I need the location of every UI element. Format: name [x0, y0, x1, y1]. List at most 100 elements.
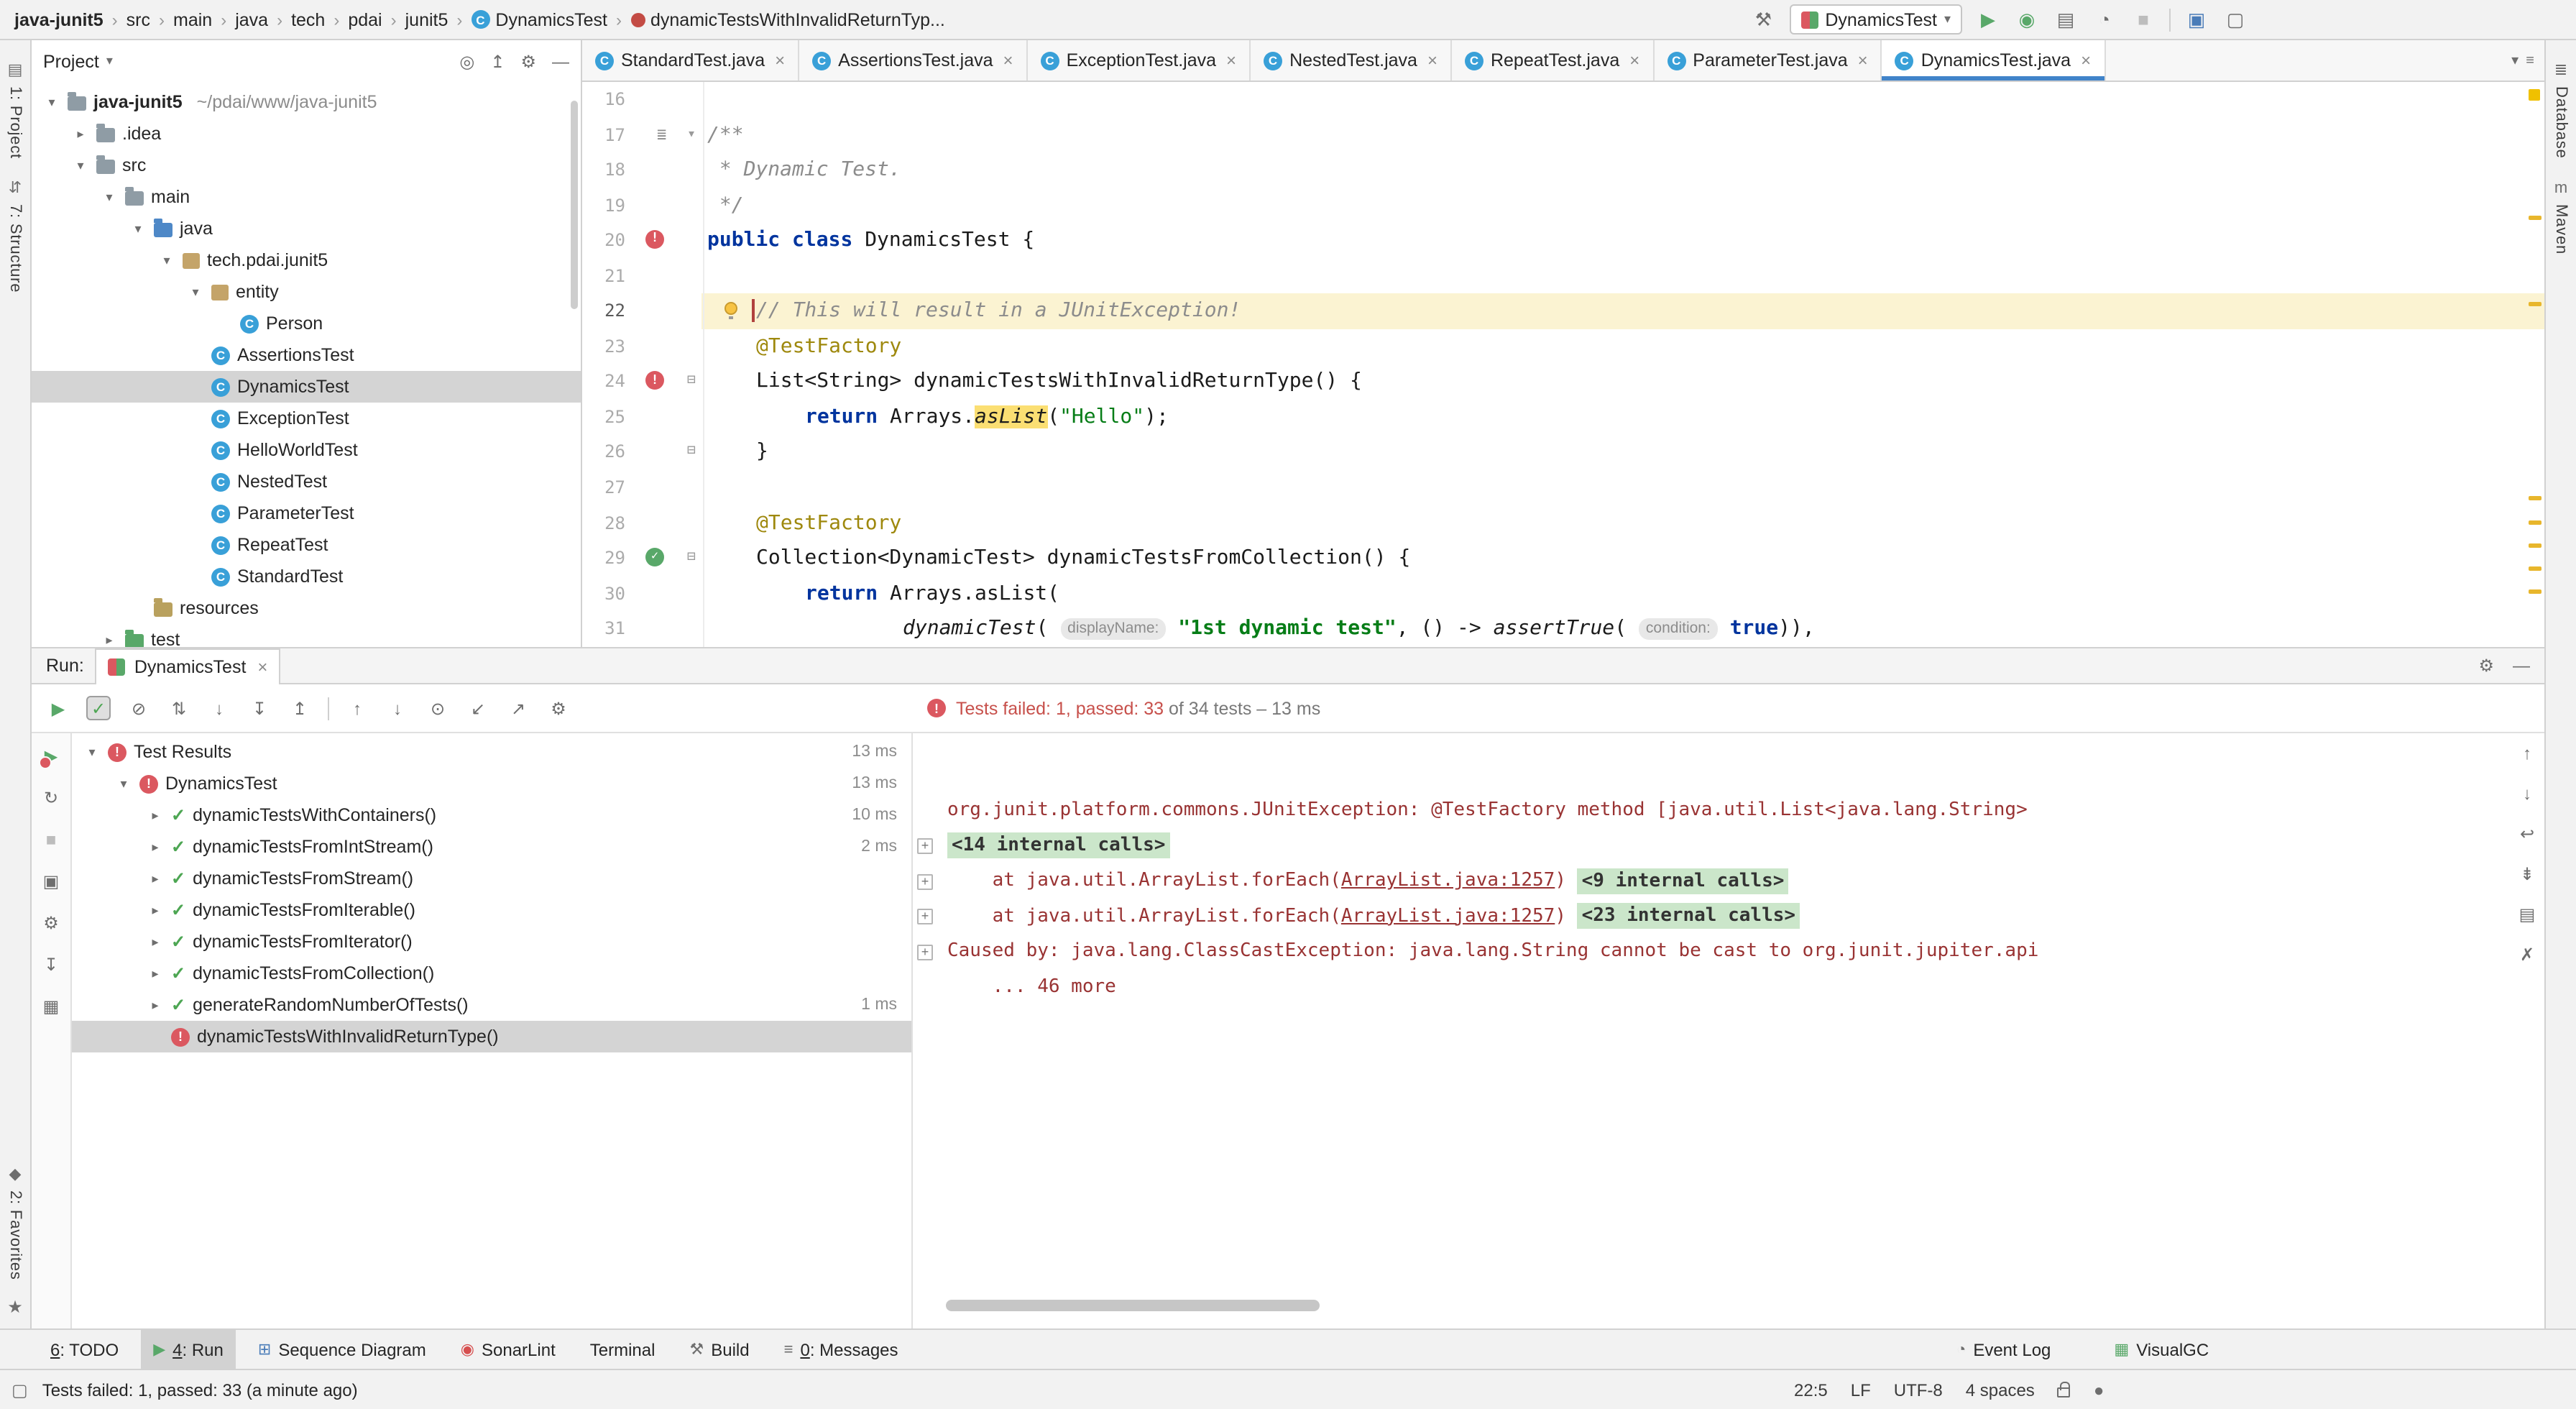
file-encoding[interactable]: UTF-8	[1894, 1380, 1943, 1400]
project-tree-item-java-junit5[interactable]: ▾java-junit5~/pdai/www/java-junit5	[32, 86, 581, 118]
project-tree-item-entity[interactable]: ▾entity	[32, 276, 581, 308]
stripe-mark[interactable]	[2529, 302, 2542, 306]
chevron-down-icon[interactable]: ▾	[129, 221, 147, 237]
editor-tab-exceptiontest-java[interactable]: CExceptionTest.java×	[1028, 40, 1251, 81]
run-panel-settings-button[interactable]: ⚙	[2478, 656, 2494, 676]
test-tree-item-dynamictestswithcontainers[interactable]: ▸✓dynamicTestsWithContainers()10 ms	[72, 799, 911, 831]
next-failed-test-button[interactable]: ↓	[385, 696, 410, 720]
project-tree-item-idea[interactable]: ▸.idea	[32, 118, 581, 150]
project-tree-item-parametertest[interactable]: CParameterTest	[32, 497, 581, 529]
test-tree-item-dynamictestswithinvalidreturntype[interactable]: !dynamicTestsWithInvalidReturnType()	[72, 1021, 911, 1052]
stacktrace-link[interactable]: ArrayList.java:1257	[1341, 906, 1555, 927]
open-project-button[interactable]: ▣	[2184, 6, 2209, 32]
editor-tab-dynamicstest-java[interactable]: CDynamicsTest.java×	[1882, 40, 2105, 81]
breadcrumb-item-tech[interactable]: tech	[291, 9, 325, 29]
rerun-failed-tests-button[interactable]: ▶	[40, 745, 63, 768]
toolwindow-button-terminal[interactable]: Terminal	[577, 1330, 668, 1369]
test-tree-item-dynamictestsfromstream[interactable]: ▸✓dynamicTestsFromStream()	[72, 863, 911, 894]
breadcrumb-item-src[interactable]: src	[126, 9, 150, 29]
toolwindow-stripe-database[interactable]: ≣Database	[2546, 63, 2576, 159]
test-tree-item-test-results[interactable]: ▾!Test Results13 ms	[72, 736, 911, 768]
close-icon[interactable]: ×	[1003, 50, 1013, 70]
chevron-right-icon[interactable]: ▸	[147, 871, 164, 886]
run-passed-gutter-icon[interactable]: ✓	[645, 548, 664, 566]
hide-run-panel-button[interactable]: —	[2513, 656, 2530, 676]
close-icon[interactable]: ×	[775, 50, 785, 70]
show-ignored-toggle[interactable]: ⊘	[126, 696, 151, 720]
code-line-17[interactable]: 17≣▾/**	[582, 117, 2521, 152]
editor-tab-parametertest-java[interactable]: CParameterTest.java×	[1654, 40, 1882, 81]
console-line-1[interactable]: org.junit.platform.commons.JUnitExceptio…	[913, 794, 2510, 829]
clear-console-button[interactable]: ✗	[2516, 943, 2539, 966]
test-runner-settings-button[interactable]: ⚙	[40, 912, 63, 935]
project-tree-item-dynamicstest[interactable]: CDynamicsTest	[32, 371, 581, 403]
test-tree-item-dynamictestsfromintstream[interactable]: ▸✓dynamicTestsFromIntStream()2 ms	[72, 831, 911, 863]
console-line-4[interactable]: + at java.util.ArrayList.forEach(ArrayLi…	[913, 900, 2510, 935]
stop-button[interactable]: ■	[2130, 6, 2156, 32]
test-tree-item-dynamictestsfromiterator[interactable]: ▸✓dynamicTestsFromIterator()	[72, 926, 911, 958]
soft-wrap-button[interactable]: ↩	[2516, 822, 2539, 845]
toolwindow-button-sonarlint[interactable]: ◉SonarLint	[448, 1330, 569, 1369]
run-config-select[interactable]: DynamicsTest ▾	[1789, 4, 1962, 35]
code-line-25[interactable]: 25return Arrays.asList("Hello");	[582, 400, 2521, 435]
chevron-down-icon[interactable]: ▾	[43, 94, 60, 110]
console-line-5[interactable]: +Caused by: java.lang.ClassCastException…	[913, 935, 2510, 970]
scrollbar-thumb[interactable]	[571, 101, 578, 309]
editor-tab-repeattest-java[interactable]: CRepeatTest.java×	[1452, 40, 1654, 81]
run-failed-gutter-icon[interactable]: !	[645, 372, 664, 390]
project-tree-item-assertionstest[interactable]: CAssertionsTest	[32, 339, 581, 371]
fold-icon[interactable]: ⊟	[687, 435, 696, 470]
stripe-mark[interactable]	[2529, 216, 2542, 220]
coverage-button[interactable]: ▤	[2053, 6, 2079, 32]
caret-position[interactable]: 22:5	[1794, 1380, 1828, 1400]
close-icon[interactable]: ×	[257, 657, 267, 677]
previous-failed-test-button[interactable]: ↑	[345, 696, 369, 720]
project-panel-title[interactable]: Project	[43, 51, 99, 71]
close-icon[interactable]: ×	[1629, 50, 1639, 70]
fold-expand-icon[interactable]: +	[917, 945, 933, 960]
test-tree-item-dynamictestsfromiterable[interactable]: ▸✓dynamicTestsFromIterable()	[72, 894, 911, 926]
code-line-30[interactable]: 30return Arrays.asList(	[582, 576, 2521, 611]
error-stripe[interactable]	[2526, 83, 2543, 647]
toolwindow-stripe-1-project[interactable]: ▤1: Project	[0, 63, 30, 159]
breadcrumb-item-java[interactable]: java	[235, 9, 268, 29]
test-history-button[interactable]: ⊙	[426, 696, 450, 720]
thread-dump-button[interactable]: ▣	[40, 870, 63, 893]
breadcrumb-item-pdai[interactable]: pdai	[348, 9, 382, 29]
chevron-right-icon[interactable]: ▸	[147, 997, 164, 1013]
status-message[interactable]: Tests failed: 1, passed: 33 (a minute ag…	[42, 1380, 358, 1400]
breadcrumb-item-dynamictestswithinvalidreturntyp[interactable]: dynamicTestsWithInvalidReturnTyp...	[630, 9, 945, 29]
project-tree-item-standardtest[interactable]: CStandardTest	[32, 561, 581, 592]
test-tree-item-dynamictestsfromcollection[interactable]: ▸✓dynamicTestsFromCollection()	[72, 958, 911, 989]
fold-icon[interactable]: ⊟	[687, 541, 696, 576]
stripe-mark[interactable]	[2529, 566, 2542, 571]
code-editor[interactable]: 1617≣▾/**18 * Dynamic Test.19 */20!publi…	[582, 82, 2521, 647]
breadcrumb-item-main[interactable]: main	[173, 9, 212, 29]
fold-icon[interactable]: ▾	[687, 117, 696, 152]
stripe-mark[interactable]	[2529, 496, 2542, 500]
collapse-all-button[interactable]: ↥	[288, 696, 312, 720]
editor-tab-nestedtest-java[interactable]: CNestedTest.java×	[1251, 40, 1452, 81]
layout-settings-button[interactable]: ▦	[40, 995, 63, 1018]
breadcrumb-item-java-junit5[interactable]: java-junit5	[14, 9, 104, 29]
close-icon[interactable]: ×	[1858, 50, 1868, 70]
toolwindow-button-visualgc[interactable]: ▦VisualGC	[2101, 1339, 2222, 1359]
chevron-right-icon[interactable]: ▸	[147, 807, 164, 823]
editor-tab-options-button[interactable]: ≡	[2526, 52, 2534, 68]
stacktrace-link[interactable]: ArrayList.java:1257	[1341, 870, 1555, 891]
debug-button[interactable]: ◉	[2014, 6, 2040, 32]
favorites-star-icon[interactable]: ★	[0, 1297, 30, 1317]
scroll-to-source-button[interactable]: ↧	[40, 953, 63, 976]
stripe-mark[interactable]	[2529, 589, 2542, 594]
fold-expand-icon[interactable]: +	[917, 838, 933, 854]
chevron-down-icon[interactable]: ▾	[115, 776, 132, 791]
rerun-tests-button[interactable]: ▶	[46, 696, 70, 720]
code-line-21[interactable]: 21	[582, 258, 2521, 293]
inspections-indicator[interactable]	[2529, 89, 2540, 101]
expand-all-button[interactable]: ↧	[247, 696, 272, 720]
sort-alphabetically-button[interactable]: ⇅	[167, 696, 191, 720]
editor-tab-assertionstest-java[interactable]: CAssertionsTest.java×	[799, 40, 1027, 81]
toolwindow-button-6-todo[interactable]: 6: TODO	[37, 1330, 132, 1369]
code-line-27[interactable]: 27	[582, 470, 2521, 505]
project-tree-item-main[interactable]: ▾main	[32, 181, 581, 213]
